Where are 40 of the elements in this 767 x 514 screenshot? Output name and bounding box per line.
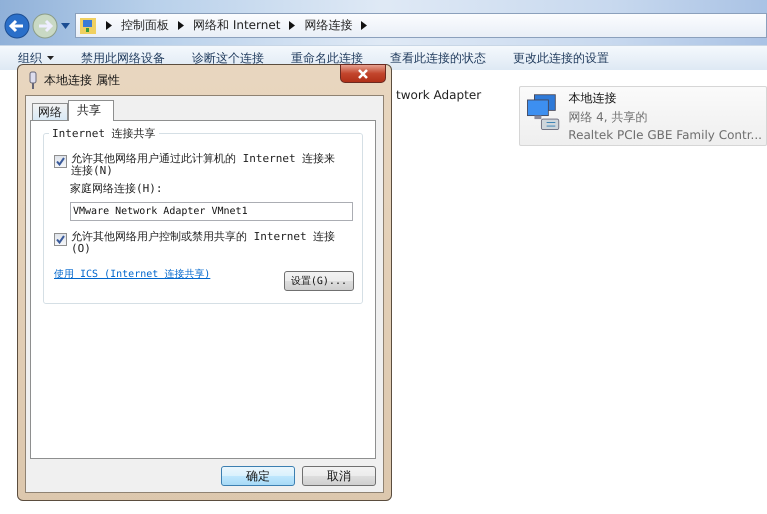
checkbox[interactable] bbox=[54, 233, 67, 246]
network-folder-icon bbox=[79, 16, 97, 35]
connection-item[interactable]: 本地连接 网络 4, 共享的 Realtek PCIe GBE Family Contr... bbox=[519, 86, 767, 146]
ics-link[interactable]: 使用 ICS (Internet 连接共享) bbox=[54, 267, 210, 281]
chevron-icon[interactable] bbox=[289, 21, 296, 30]
close-button[interactable] bbox=[340, 64, 386, 83]
toolbar-button[interactable]: 禁用此网络设备 bbox=[73, 50, 184, 67]
tab[interactable]: 网络 bbox=[32, 103, 68, 120]
plug-icon bbox=[28, 71, 38, 89]
chevron-icon[interactable] bbox=[106, 21, 112, 30]
toolbar-button[interactable]: 查看此连接的状态 bbox=[382, 50, 505, 67]
input-field[interactable]: VMware Network Adapter VMnet1 bbox=[70, 202, 353, 221]
menu-button[interactable]: 组织 bbox=[10, 50, 73, 67]
field-label: 家庭网络连接(H): bbox=[70, 181, 164, 196]
close-icon bbox=[356, 68, 370, 78]
breadcrumb-item[interactable]: 网络连接 bbox=[304, 17, 352, 34]
caret-icon bbox=[47, 56, 54, 60]
dialog-title: 本地连接 属性 bbox=[44, 72, 120, 88]
connection-device: Realtek PCIe GBE Family Contr... bbox=[568, 128, 762, 142]
address-bar[interactable]: 控制面板 网络和 Internet 网络连接 bbox=[75, 13, 767, 38]
checkbox-label: 允许其他网络用户控制或禁用共享的 Internet 连接(O) bbox=[71, 231, 336, 255]
back-icon[interactable] bbox=[4, 12, 30, 39]
breadcrumb-item[interactable]: 网络和 Internet bbox=[193, 17, 280, 34]
chevron-icon[interactable] bbox=[178, 21, 184, 30]
settings-button[interactable]: 设置(G)... bbox=[284, 271, 354, 291]
toolbar-button[interactable]: 重命名此连接 bbox=[283, 50, 382, 67]
cancel-button[interactable]: 取消 bbox=[302, 466, 376, 486]
group-title: Internet 连接共享 bbox=[49, 126, 159, 141]
connection-status: 网络 4, 共享的 bbox=[568, 109, 648, 126]
connection-name: 本地连接 bbox=[568, 90, 618, 107]
ok-button[interactable]: 确定 bbox=[221, 466, 295, 486]
breadcrumb-item[interactable]: 控制面板 bbox=[121, 17, 169, 34]
toolbar-button[interactable]: 诊断这个连接 bbox=[184, 50, 283, 67]
connection-name: twork Adapter bbox=[396, 88, 482, 102]
caret-icon[interactable] bbox=[61, 22, 70, 29]
checkbox[interactable] bbox=[54, 155, 67, 168]
toolbar-button[interactable]: 更改此连接的设置 bbox=[505, 50, 628, 67]
checkbox-label: 允许其他网络用户通过此计算机的 Internet 连接来连接(N) bbox=[71, 153, 336, 177]
chevron-icon[interactable] bbox=[361, 21, 368, 30]
tab[interactable]: 共享 bbox=[68, 100, 114, 121]
